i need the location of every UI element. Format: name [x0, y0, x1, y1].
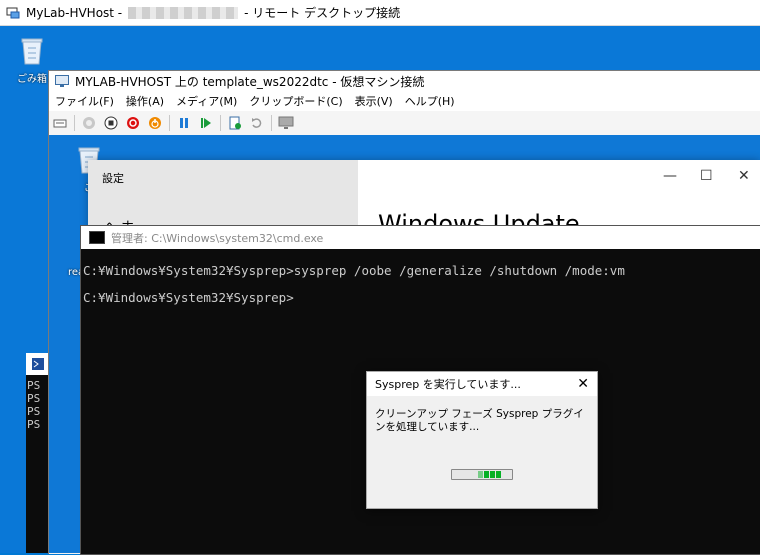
enhanced-session-icon	[278, 116, 294, 129]
cmd-titlebar[interactable]: 管理者: C:\Windows\system32\cmd.exe	[81, 226, 760, 249]
vm-titlebar[interactable]: MYLAB-HVHOST 上の template_ws2022dtc - 仮想マ…	[49, 71, 760, 91]
start-icon	[83, 117, 95, 129]
pause-button[interactable]	[176, 115, 192, 131]
enhanced-session-button[interactable]	[278, 115, 294, 131]
toolbar-separator	[169, 115, 170, 131]
sysprep-title: Sysprep を実行しています...	[375, 378, 521, 391]
shutdown-icon	[127, 117, 139, 129]
progress-segment	[490, 471, 495, 478]
revert-button[interactable]	[249, 115, 265, 131]
progress-segment	[484, 471, 489, 478]
maximize-button[interactable]: ☐	[700, 168, 713, 184]
sysprep-message: クリーンアップ フェーズ Sysprep プラグインを処理しています...	[375, 408, 584, 433]
rdp-title-host: MyLab-HVHost -	[26, 5, 123, 20]
ctrl-alt-del-button[interactable]	[52, 115, 68, 131]
progress-segment	[496, 471, 501, 478]
turn-off-button[interactable]	[103, 115, 119, 131]
progress-segment	[478, 471, 483, 478]
cmd-line-command: C:¥Windows¥System32¥Sysprep>sysprep /oob…	[83, 263, 625, 278]
close-icon[interactable]: ✕	[577, 376, 589, 392]
toolbar-separator	[220, 115, 221, 131]
minimize-button[interactable]: —	[663, 168, 677, 184]
progress-bar	[451, 469, 513, 480]
vm-title: MYLAB-HVHOST 上の template_ws2022dtc - 仮想マ…	[75, 74, 425, 89]
checkpoint-button[interactable]	[227, 115, 243, 131]
menu-help[interactable]: ヘルプ(H)	[399, 93, 461, 109]
start-button[interactable]	[81, 115, 97, 131]
stop-icon	[104, 116, 118, 130]
power-icon	[149, 117, 161, 129]
rdp-titlebar[interactable]: MyLab-HVHost - - リモート デスクトップ接続	[0, 0, 760, 26]
sysprep-dialog[interactable]: Sysprep を実行しています... ✕ クリーンアップ フェーズ Syspr…	[366, 371, 598, 509]
pause-icon	[180, 118, 188, 128]
menu-view[interactable]: 表示(V)	[349, 93, 399, 109]
recycle-bin-icon	[21, 38, 43, 65]
toolbar-separator	[74, 115, 75, 131]
vm-menubar: ファイル(F) 操作(A) メディア(M) クリップボード(C) 表示(V) ヘ…	[49, 91, 760, 111]
cmd-title: 管理者: C:\Windows\system32\cmd.exe	[111, 231, 324, 245]
close-button[interactable]: ✕	[738, 168, 750, 184]
revert-icon	[252, 118, 262, 128]
powershell-icon	[32, 358, 44, 370]
remote-desktop-icon	[6, 7, 20, 18]
sysprep-titlebar[interactable]: Sysprep を実行しています... ✕	[367, 372, 597, 396]
power-button[interactable]	[147, 115, 163, 131]
cmd-line-prompt[interactable]: C:¥Windows¥System32¥Sysprep>	[83, 290, 294, 305]
keyboard-icon	[53, 119, 67, 128]
recycle-bin-label: ごみ箱	[17, 74, 47, 85]
checkpoint-icon	[229, 116, 241, 130]
cmd-icon	[89, 231, 105, 244]
vm-connect-icon	[55, 75, 69, 87]
desktop-recycle-bin[interactable]: ごみ箱	[14, 34, 50, 85]
settings-title: 設定	[102, 172, 124, 185]
menu-action[interactable]: 操作(A)	[120, 93, 170, 109]
menu-file[interactable]: ファイル(F)	[49, 93, 120, 109]
menu-clipboard[interactable]: クリップボード(C)	[243, 93, 348, 109]
shut-down-button[interactable]	[125, 115, 141, 131]
rdp-title-suffix: - リモート デスクトップ接続	[244, 6, 401, 20]
redacted-host-address	[128, 6, 239, 19]
resume-icon	[201, 118, 211, 128]
vm-toolbar	[49, 111, 760, 136]
toolbar-separator	[271, 115, 272, 131]
resume-button[interactable]	[198, 115, 214, 131]
menu-media[interactable]: メディア(M)	[170, 93, 243, 109]
